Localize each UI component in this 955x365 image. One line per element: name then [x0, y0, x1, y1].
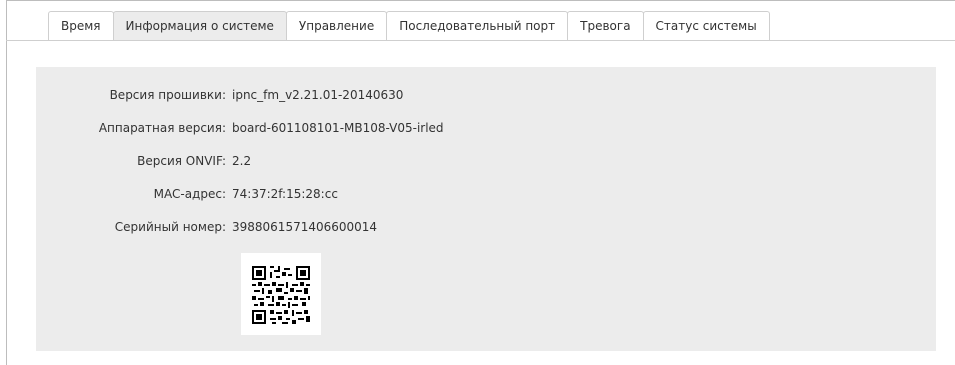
qr-code-icon — [252, 266, 310, 324]
serial-label: Серийный номер: — [114, 220, 226, 234]
qr-code — [241, 253, 321, 335]
hardware-row: Аппаратная версия: board-601108101-MB108… — [36, 118, 444, 138]
tab-serial-port[interactable]: Последовательный порт — [386, 11, 569, 40]
serial-row: Серийный номер: 3988061571406600014 — [36, 217, 377, 237]
tab-system-info[interactable]: Информация о системе — [112, 11, 287, 40]
tab-system-status[interactable]: Статус системы — [642, 11, 770, 40]
hardware-label: Аппаратная версия: — [98, 121, 226, 135]
firmware-row: Версия прошивки: ipnc_fm_v2.21.01-201406… — [36, 85, 404, 105]
tab-underline — [6, 40, 955, 41]
system-info-panel: Версия прошивки: ipnc_fm_v2.21.01-201406… — [36, 67, 936, 351]
tab-management[interactable]: Управление — [285, 11, 388, 40]
firmware-label: Версия прошивки: — [109, 88, 226, 102]
mac-value: 74:37:2f:15:28:cc — [232, 187, 338, 201]
serial-value: 3988061571406600014 — [232, 220, 378, 234]
tab-bar: Время Информация о системе Управление По… — [48, 10, 770, 40]
mac-row: MAC-адрес: 74:37:2f:15:28:cc — [36, 184, 338, 204]
onvif-value: 2.2 — [232, 154, 252, 168]
onvif-label: Версия ONVIF: — [137, 154, 226, 168]
mac-label: MAC-адрес: — [153, 187, 226, 201]
tab-alarm[interactable]: Тревога — [567, 11, 644, 40]
onvif-row: Версия ONVIF: 2.2 — [36, 151, 251, 171]
firmware-value: ipnc_fm_v2.21.01-20140630 — [232, 88, 404, 102]
tab-time[interactable]: Время — [48, 11, 114, 40]
hardware-value: board-601108101-MB108-V05-irled — [232, 121, 444, 135]
